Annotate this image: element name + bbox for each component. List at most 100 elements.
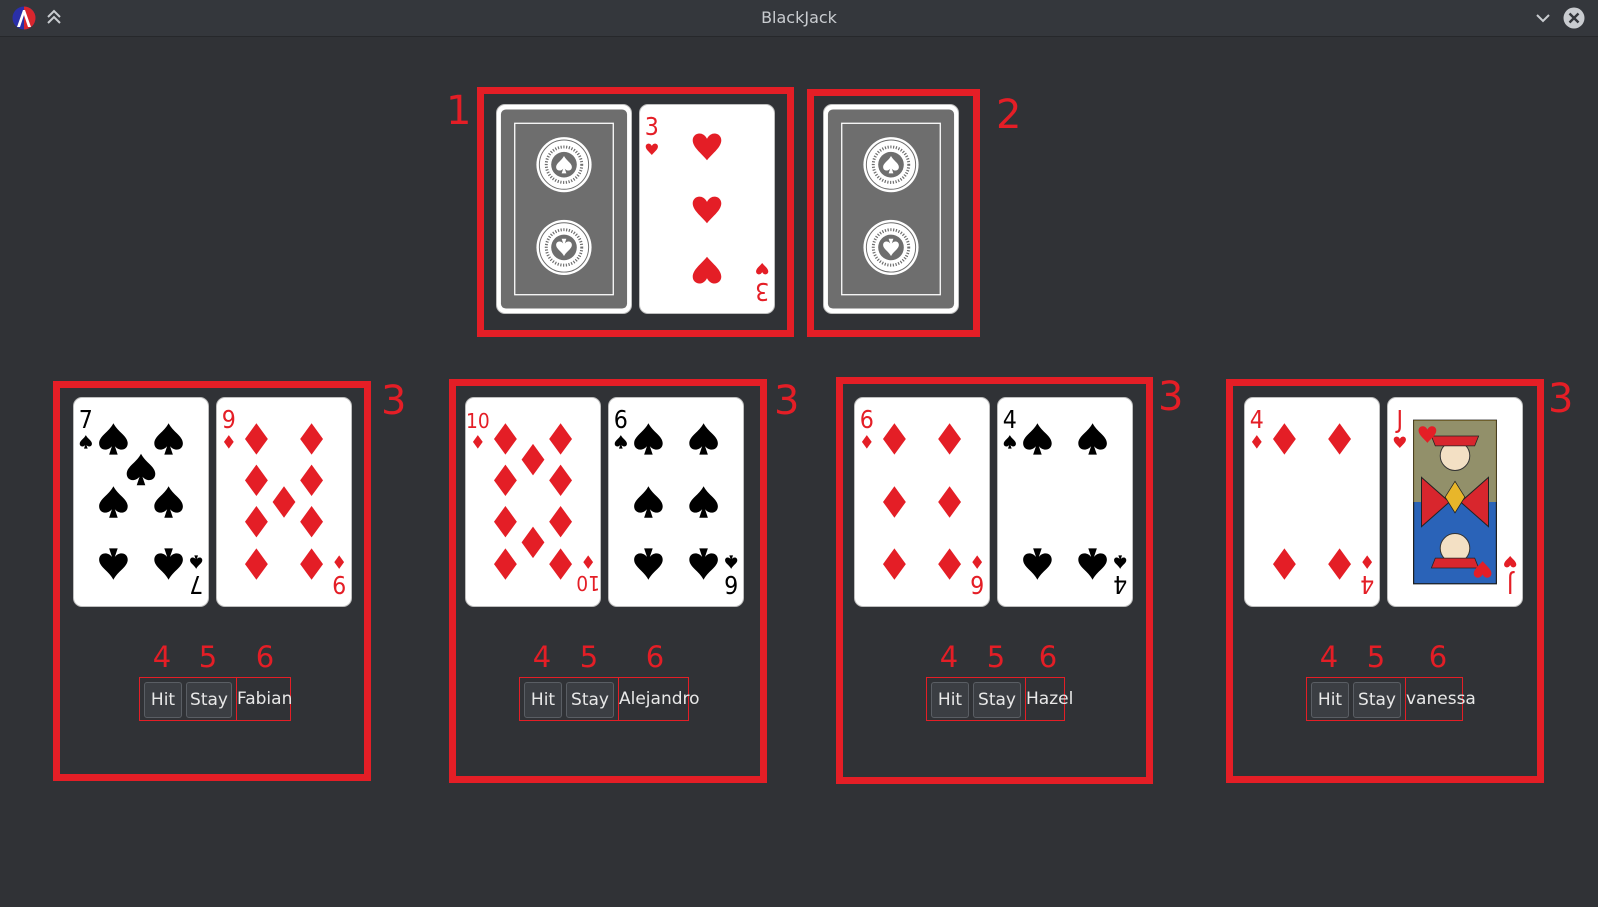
name-marker: 6	[1428, 640, 1448, 674]
racket-logo-icon[interactable]	[12, 6, 36, 30]
name-marker: 6	[1038, 640, 1058, 674]
player-card: JJ	[1387, 397, 1523, 607]
card-pip-spade-icon	[1023, 548, 1052, 580]
card-pip-diamond-icon	[300, 548, 324, 580]
title-bar: BlackJack	[0, 0, 1598, 37]
card-pip-diamond-icon	[244, 548, 268, 580]
card-corner-suit-icon	[1362, 555, 1373, 569]
card-corner-index: 10	[576, 555, 600, 595]
card-pip-spade-icon	[154, 486, 183, 518]
player-card: 77	[73, 397, 209, 607]
stay-marker: 5	[198, 640, 218, 674]
player-zone-label: 3	[774, 378, 800, 424]
card-corner-index: 10	[466, 409, 490, 449]
stay-marker: 5	[986, 640, 1006, 674]
card-graphic: 44	[1003, 405, 1127, 599]
card-pip-diamond-icon	[882, 548, 906, 580]
card-rank-label: 7	[189, 570, 203, 599]
player-card: 10 10	[465, 397, 601, 607]
hit-button[interactable]: Hit	[931, 682, 969, 718]
card-pip-diamond-icon	[244, 423, 268, 455]
hit-marker: 4	[1319, 640, 1339, 674]
card-pip-spade-icon	[99, 423, 128, 455]
card-corner-suit-icon	[223, 435, 234, 449]
card-pip-diamond-icon	[549, 505, 573, 538]
card-corner-suit-icon	[614, 435, 627, 449]
card-pip-spade-icon	[154, 548, 183, 580]
stay-button[interactable]: Stay	[1353, 682, 1401, 718]
close-icon[interactable]	[1563, 7, 1585, 29]
card-corner-index: 4	[1003, 405, 1017, 449]
bridge-league-seal-icon	[863, 137, 919, 193]
card-corner-index: 3	[755, 262, 769, 306]
card-rank-label: 4	[1250, 405, 1264, 434]
card-pip-diamond-icon	[300, 423, 324, 455]
card-rank-label: 3	[755, 277, 769, 306]
card-corner-index: 4	[1250, 405, 1264, 449]
card-corner-suit-icon	[756, 262, 769, 275]
player-zone-label: 3	[1548, 376, 1574, 422]
hit-button[interactable]: Hit	[1311, 682, 1349, 718]
card-rank-label: 10	[576, 571, 600, 595]
card-graphic: 77	[79, 405, 203, 599]
card-graphic	[827, 109, 955, 309]
card-corner-index: 7	[79, 405, 93, 449]
card-corner-suit-icon	[725, 555, 738, 569]
card-pip-diamond-icon	[938, 548, 962, 580]
card-pip-diamond-icon	[882, 423, 906, 455]
card-corner-suit-icon	[583, 555, 594, 569]
card-pip-diamond-icon	[300, 464, 324, 497]
card-rank-label: 7	[79, 405, 93, 434]
card-graphic: 66	[614, 405, 738, 599]
player-card: 44	[997, 397, 1133, 607]
card-rank-label: 9	[222, 405, 236, 434]
card-pip-spade-icon	[689, 548, 718, 580]
hit-button[interactable]: Hit	[524, 682, 562, 718]
player-card: 99	[216, 397, 352, 607]
hit-marker: 4	[939, 640, 959, 674]
card-pip-spade-icon	[634, 423, 663, 455]
card-pip-spade-icon	[634, 486, 663, 518]
chevron-down-icon[interactable]	[1534, 9, 1552, 27]
player-controls: Hit Stay Alejandro	[519, 677, 700, 721]
card-pip-diamond-icon	[493, 423, 517, 455]
card-rank-label: 10	[466, 409, 490, 433]
bridge-league-seal-icon	[536, 137, 592, 193]
double-chevron-up-icon[interactable]	[45, 8, 63, 26]
card-corner-suit-icon	[1504, 555, 1517, 568]
card-corner-suit-icon	[334, 555, 345, 569]
card-corner-suit-icon	[1393, 436, 1406, 449]
card-rank-label: 6	[724, 570, 738, 599]
card-corner-index: 6	[614, 405, 628, 449]
card-rank-label: J	[1507, 570, 1516, 599]
player-card: 44	[1244, 397, 1380, 607]
card-pip-diamond-icon	[493, 548, 517, 580]
window-title: BlackJack	[761, 8, 837, 27]
bridge-league-seal-icon	[536, 219, 592, 276]
player-name: Hazel	[1025, 678, 1073, 720]
stay-button[interactable]: Stay	[973, 682, 1021, 718]
deck-zone-label: 2	[996, 92, 1022, 138]
card-pip-heart-icon	[692, 256, 722, 284]
card-pip-diamond-icon	[493, 505, 517, 538]
card-pip-diamond-icon	[1272, 423, 1296, 455]
player-name: vanessa	[1405, 678, 1476, 720]
player-card: 66	[854, 397, 990, 607]
card-pip-spade-icon	[126, 453, 156, 486]
card-corner-index: 6	[724, 555, 738, 599]
player-card: 66	[608, 397, 744, 607]
card-pip-spade-icon	[634, 548, 663, 580]
stay-button[interactable]: Stay	[186, 682, 232, 718]
card-graphic: 10 10	[466, 409, 600, 595]
card-pip-diamond-icon	[549, 464, 573, 497]
card-corner-suit-icon	[1251, 435, 1262, 449]
card-pip-diamond-icon	[938, 423, 962, 455]
hit-button[interactable]: Hit	[144, 682, 182, 718]
card-pip-diamond-icon	[938, 486, 962, 518]
card-pip-diamond-icon	[493, 464, 517, 497]
card-rank-label: 6	[860, 405, 874, 434]
player-controls: Hit Stay Hazel	[926, 677, 1073, 721]
dealer-card-face-down	[496, 104, 632, 314]
card-rank-label: 3	[645, 112, 659, 141]
stay-button[interactable]: Stay	[566, 682, 614, 718]
